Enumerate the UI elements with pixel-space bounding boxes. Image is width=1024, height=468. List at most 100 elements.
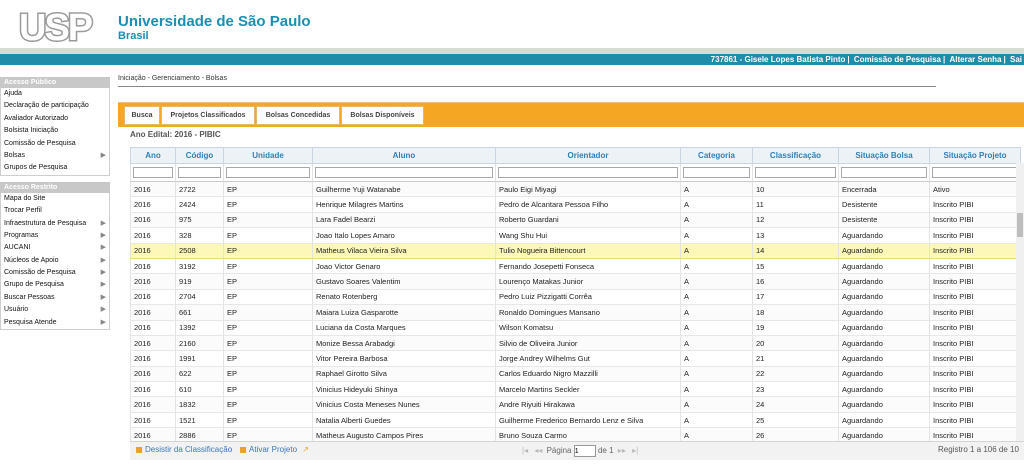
table-cell: Inscrito PIBI: [929, 212, 1021, 229]
table-cell: Aguardando: [838, 396, 930, 413]
sidebar-item[interactable]: Comissão de Pesquisa ▶: [1, 267, 109, 279]
table-row[interactable]: 2016 919 EP Gustavo Soares Valentim Lourenço…: [130, 273, 1021, 290]
column-header[interactable]: Orientador: [495, 147, 681, 164]
table-cell: 19: [752, 320, 839, 336]
change-password-link[interactable]: Alterar Senha: [949, 55, 1001, 64]
sidebar-item-label: Trocar Perfil: [4, 207, 42, 215]
table-row[interactable]: 2016 622 EP Raphael Girotto Silva Carlos Edu…: [130, 366, 1021, 383]
table-cell: EP: [223, 320, 313, 336]
sidebar-item[interactable]: Usuário ▶: [1, 304, 109, 316]
usp-logo[interactable]: USP: [18, 9, 100, 45]
sidebar-item[interactable]: AUCANI ▶: [1, 242, 109, 254]
table-cell: 2016: [130, 335, 176, 352]
table-cell: Inscrito PIBI: [929, 335, 1021, 352]
user-bar: 737861 - Gisele Lopes Batista Pinto | Com…: [0, 54, 1024, 65]
column-header[interactable]: Unidade: [223, 147, 313, 164]
table-cell: Aguardando: [838, 289, 930, 306]
sidebar-item[interactable]: Grupo de Pesquisa ▶: [1, 279, 109, 291]
filter-input-orientador[interactable]: [498, 167, 678, 178]
filter-input-unidade[interactable]: [226, 167, 310, 178]
table-row[interactable]: 2016 3192 EP Joao Victor Genaro Fernando Jos…: [130, 258, 1021, 275]
page-number-input[interactable]: [573, 445, 596, 457]
column-header[interactable]: Aluno: [312, 147, 496, 164]
table-row[interactable]: 2016 975 EP Lara Fadel Bearzi Roberto Guarda…: [130, 212, 1021, 229]
table-cell: 1991: [175, 350, 224, 367]
sidebar-item[interactable]: Bolsas ▶: [1, 150, 109, 162]
table-row[interactable]: 2016 1521 EP Natalia Alberti Guedes Guilherm…: [130, 412, 1021, 429]
sidebar-item[interactable]: Núcleos de Apoio ▶: [1, 255, 109, 267]
table-cell: Roberto Guardani: [495, 212, 681, 229]
sidebar-item[interactable]: Comissão de Pesquisa: [1, 138, 109, 150]
sidebar-item[interactable]: Trocar Perfil: [1, 205, 109, 217]
scrollbar-thumb[interactable]: [1017, 213, 1023, 237]
table-cell: 610: [175, 381, 224, 398]
table-cell: Andre Riyuiti Hirakawa: [495, 396, 681, 413]
submenu-arrow-icon: ▶: [100, 269, 106, 277]
table-cell: A: [680, 289, 753, 306]
tab-bolsas-concedidas[interactable]: Bolsas Concedidas: [256, 106, 340, 125]
column-header[interactable]: Categoria: [680, 147, 753, 164]
sidebar-item[interactable]: Programas ▶: [1, 230, 109, 242]
column-header[interactable]: Ano: [130, 147, 176, 164]
table-row[interactable]: 2016 2704 EP Renato Rotenberg Pedro Luiz Piz…: [130, 289, 1021, 306]
table-row[interactable]: 2016 2508 EP Matheus Vilaca Vieira Silva Tul…: [130, 243, 1021, 259]
table-cell: Aguardando: [838, 381, 930, 398]
filter-input-codigo[interactable]: [178, 167, 221, 178]
table-row[interactable]: 2016 2160 EP Monize Bessa Arabadgi Silvio de…: [130, 335, 1021, 352]
table-cell: 2016: [130, 381, 176, 398]
table-cell: 24: [752, 396, 839, 413]
table-row[interactable]: 2016 1832 EP Vinicius Costa Meneses Nunes An…: [130, 396, 1021, 413]
sidebar-item[interactable]: Avaliador Autorizado: [1, 113, 109, 125]
table-cell: A: [680, 335, 753, 352]
table-cell: Aguardando: [838, 366, 930, 383]
table-row[interactable]: 2016 1991 EP Vitor Pereira Barbosa Jorge And…: [130, 350, 1021, 367]
first-page-icon[interactable]: |◂: [522, 446, 528, 455]
sidebar-item[interactable]: Ajuda: [1, 88, 109, 100]
table-cell: Inscrito PIBI: [929, 320, 1021, 336]
filter-input-categoria[interactable]: [683, 167, 750, 178]
table-cell: 2016: [130, 196, 176, 213]
next-page-icon[interactable]: ▸▸: [618, 446, 626, 455]
sidebar-item[interactable]: Grupos de Pesquisa: [1, 162, 109, 174]
exit-link[interactable]: Sai: [1010, 55, 1022, 64]
tab-busca[interactable]: Busca: [124, 106, 160, 125]
table-row[interactable]: 2016 2722 EP Guilherme Yuji Watanabe Paulo E…: [130, 181, 1021, 198]
sidebar-item[interactable]: Pesquisa Atende ▶: [1, 317, 109, 329]
column-header[interactable]: Classificação: [752, 147, 839, 164]
table-cell: Guilherme Frederico Bernardo Lenz e Silv…: [495, 412, 681, 429]
sidebar-item-label: Usuário: [4, 306, 29, 314]
filter-input-situacao-projeto[interactable]: [932, 167, 1019, 178]
table-row[interactable]: 2016 1392 EP Luciana da Costa Marques Wilson…: [130, 320, 1021, 336]
user-name: 737861 - Gisele Lopes Batista Pinto: [710, 55, 846, 64]
table-row[interactable]: 2016 2424 EP Henrique Milagres Martins Pedro…: [130, 196, 1021, 213]
table-scrollbar[interactable]: [1016, 163, 1024, 441]
submenu-arrow-icon: ▶: [100, 219, 106, 227]
column-header[interactable]: Situação Projeto: [929, 147, 1021, 164]
sidebar-item[interactable]: Infraestrutura de Pesquisa ▶: [1, 218, 109, 230]
column-header[interactable]: Situação Bolsa: [838, 147, 930, 164]
sidebar-item-label: Bolsas: [4, 151, 26, 159]
table-row[interactable]: 2016 610 EP Vinicius Hideyuki Shinya Marcelo…: [130, 381, 1021, 398]
withdraw-classification-link[interactable]: Desistir da Classificação: [136, 445, 232, 454]
table-cell: 2160: [175, 335, 224, 352]
table-cell: A: [680, 366, 753, 383]
filter-input-classificacao[interactable]: [755, 167, 836, 178]
table-row[interactable]: 2016 661 EP Maiara Luiza Gasparotte Ronaldo …: [130, 304, 1021, 321]
filter-input-aluno[interactable]: [315, 167, 493, 178]
table-cell: Inscrito PIBI: [929, 304, 1021, 321]
filter-input-situacao-bolsa[interactable]: [841, 167, 927, 178]
activate-project-link[interactable]: Ativar Projeto ↗: [240, 445, 309, 454]
sidebar-item[interactable]: Bolsista Iniciação: [1, 125, 109, 137]
sidebar-item[interactable]: Mapa do Site: [1, 193, 109, 205]
last-page-icon[interactable]: ▸|: [632, 446, 638, 455]
table-row[interactable]: 2016 328 EP Joao Italo Lopes Amaro Wang Shu …: [130, 227, 1021, 244]
sidebar-item[interactable]: Buscar Pessoas ▶: [1, 292, 109, 304]
tab-bolsas-disponiveis[interactable]: Bolsas Disponíveis: [341, 106, 424, 125]
withdraw-icon: [136, 446, 142, 453]
column-header[interactable]: Código: [175, 147, 224, 164]
sidebar-item[interactable]: Declaração de participação: [1, 100, 109, 112]
table-cell: Henrique Milagres Martins: [312, 196, 496, 213]
tab-projetos-classificados[interactable]: Projetos Classificados: [161, 106, 255, 125]
prev-page-icon[interactable]: ◂◂: [534, 446, 542, 455]
filter-input-ano[interactable]: [133, 167, 173, 178]
